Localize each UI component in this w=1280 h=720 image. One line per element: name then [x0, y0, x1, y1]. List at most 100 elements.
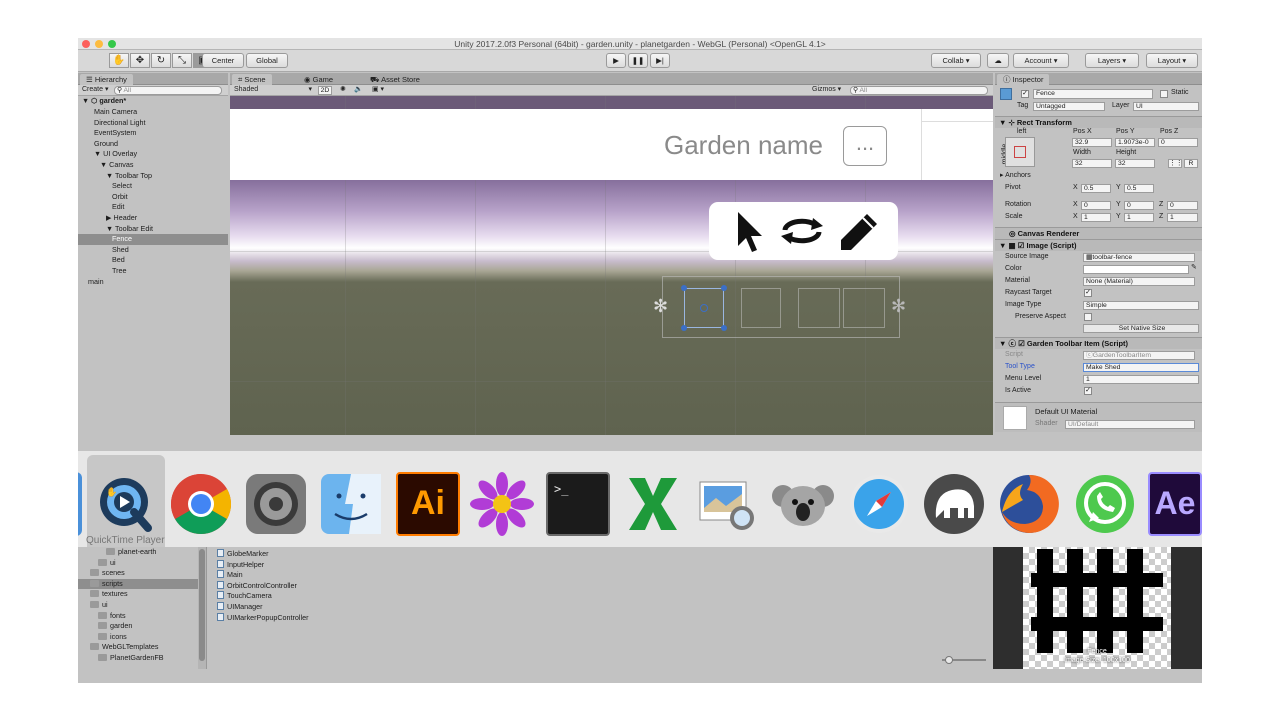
folder-item[interactable]: ui — [78, 558, 198, 569]
hierarchy-item[interactable]: Directional Light — [78, 118, 228, 129]
tab-asset-store[interactable]: ⛟ Asset Store — [364, 74, 426, 85]
script-asset-item[interactable]: Main — [217, 570, 243, 581]
scale-y-input[interactable]: 1 — [1124, 213, 1154, 222]
anchor-handle-icon[interactable]: ✻ — [653, 296, 668, 317]
layout-dropdown[interactable]: Layout ▾ — [1146, 53, 1198, 68]
quicktime-icon[interactable] — [94, 472, 158, 536]
cloud-icon[interactable]: ☁ — [987, 53, 1009, 68]
pos-x-input[interactable]: 32.9 — [1072, 138, 1112, 147]
raw-edit-button[interactable]: R — [1184, 159, 1198, 168]
scene-search-input[interactable]: ⚲ All — [850, 86, 988, 95]
after-effects-icon[interactable]: Ae — [1148, 472, 1202, 536]
hierarchy-item[interactable]: Select — [78, 181, 228, 192]
tab-game[interactable]: ◉ Game — [298, 74, 339, 85]
hierarchy-item[interactable]: Bed — [78, 255, 228, 266]
rect-handle[interactable] — [721, 285, 727, 291]
rotate-tool-icon[interactable]: ↻ — [151, 53, 171, 68]
excel-icon[interactable] — [621, 472, 685, 536]
shader-dropdown[interactable]: UI/Default — [1065, 420, 1195, 429]
toolbar-item-header[interactable]: ▼ ⓒ ☑ Garden Toolbar Item (Script) — [995, 337, 1202, 349]
pos-z-input[interactable]: 0 — [1158, 138, 1198, 147]
tab-scene[interactable]: ⌗ Scene — [232, 74, 272, 85]
expand-arrow-icon[interactable]: ▶ — [106, 213, 114, 222]
scene-root-item[interactable]: ▼ ⬡ garden* — [82, 96, 126, 107]
flower-app-icon[interactable] — [470, 472, 534, 536]
folder-item[interactable]: ui — [78, 600, 198, 611]
folder-item[interactable]: scenes — [78, 568, 198, 579]
folder-scrollbar-thumb[interactable] — [199, 549, 205, 661]
active-checkbox[interactable]: ✓ — [1021, 90, 1029, 98]
color-swatch[interactable] — [1083, 265, 1189, 274]
rect-handle[interactable] — [681, 285, 687, 291]
hierarchy-item[interactable]: Main Camera — [78, 107, 228, 118]
pause-button[interactable]: ❚❚ — [628, 53, 648, 68]
scene-viewport[interactable]: Garden name ... ✻ ✻ — [230, 96, 993, 435]
folder-item[interactable]: fonts — [78, 611, 198, 622]
hierarchy-item[interactable]: Fence — [78, 234, 228, 245]
source-image-field[interactable]: ▦toolbar-fence — [1083, 253, 1195, 262]
finder-icon[interactable] — [319, 472, 383, 536]
effects-toggle-icon[interactable]: ▣ ▾ — [372, 85, 384, 95]
partial-app-icon[interactable] — [78, 472, 82, 536]
set-native-size-button[interactable]: Set Native Size — [1083, 324, 1199, 333]
hierarchy-item[interactable]: Ground — [78, 139, 228, 150]
play-button[interactable]: ▶ — [606, 53, 626, 68]
is-active-checkbox[interactable]: ✓ — [1084, 387, 1092, 395]
orbit-icon[interactable] — [779, 212, 825, 250]
pivot-center-button[interactable]: Center — [202, 53, 244, 68]
eyedropper-icon[interactable]: ✎ — [1191, 263, 1197, 273]
object-name-input[interactable]: Fence — [1033, 89, 1153, 99]
move-tool-icon[interactable]: ✥ — [130, 53, 150, 68]
tool-type-dropdown[interactable]: Make Shed — [1083, 363, 1199, 372]
firefox-icon[interactable] — [997, 472, 1061, 536]
canvas-renderer-header[interactable]: ◎ Canvas Renderer — [995, 227, 1202, 239]
audio-toggle-icon[interactable]: 🔈 — [354, 85, 363, 95]
rect-handle[interactable] — [681, 325, 687, 331]
blueprint-mode-button[interactable]: ⋮⋮ — [1168, 159, 1182, 168]
folder-item[interactable]: PlanetGardenFB — [78, 653, 198, 664]
layers-dropdown[interactable]: Layers ▾ — [1085, 53, 1139, 68]
hierarchy-item[interactable]: ▼ Canvas — [78, 160, 228, 171]
pivot-y-input[interactable]: 0.5 — [1124, 184, 1154, 193]
rot-z-input[interactable]: 0 — [1167, 201, 1198, 210]
collapse-arrow-icon[interactable]: ▼ — [94, 149, 103, 158]
script-asset-item[interactable]: TouchCamera — [217, 591, 272, 602]
inspector-tab[interactable]: ⓘ Inspector — [997, 74, 1050, 85]
chrome-icon[interactable] — [169, 472, 233, 536]
account-dropdown[interactable]: Account ▾ — [1013, 53, 1069, 68]
image-component-header[interactable]: ▼ ▦ ☑ Image (Script) — [995, 239, 1202, 251]
tag-dropdown[interactable]: Untagged — [1033, 102, 1105, 111]
folder-item[interactable]: planet-earth — [78, 547, 198, 558]
layer-dropdown[interactable]: UI — [1133, 102, 1199, 111]
script-asset-item[interactable]: UIManager — [217, 602, 263, 613]
hierarchy-item[interactable]: Shed — [78, 245, 228, 256]
hierarchy-item[interactable]: ▼ Toolbar Top — [78, 171, 228, 182]
scale-tool-icon[interactable]: ⤡ — [172, 53, 192, 68]
pivot-x-input[interactable]: 0.5 — [1081, 184, 1111, 193]
hierarchy-tab[interactable]: ☰ Hierarchy — [80, 74, 133, 85]
hierarchy-item[interactable]: Edit — [78, 202, 228, 213]
preview-icon[interactable] — [696, 472, 760, 536]
scale-x-input[interactable]: 1 — [1081, 213, 1111, 222]
folder-item[interactable]: textures — [78, 589, 198, 600]
anchors-foldout[interactable]: ▸ Anchors — [1000, 171, 1031, 181]
shading-mode-dropdown[interactable]: Shaded ▾ — [234, 85, 312, 95]
width-input[interactable]: 32 — [1072, 159, 1112, 168]
folder-scrollbar[interactable] — [198, 547, 206, 669]
scale-z-input[interactable]: 1 — [1167, 213, 1198, 222]
illustrator-icon[interactable]: Ai — [396, 472, 460, 536]
hierarchy-item[interactable]: ▼ Toolbar Edit — [78, 224, 228, 235]
menu-level-input[interactable]: 1 — [1083, 375, 1199, 384]
rot-y-input[interactable]: 0 — [1124, 201, 1154, 210]
system-preferences-icon[interactable] — [244, 472, 308, 536]
hierarchy-item[interactable]: Tree — [78, 266, 228, 277]
garden-name-more-button[interactable]: ... — [843, 126, 887, 166]
raycast-checkbox[interactable]: ✓ — [1084, 289, 1092, 297]
create-dropdown[interactable]: Create ▾ — [82, 85, 108, 95]
safari-icon[interactable] — [847, 472, 911, 536]
rot-x-input[interactable]: 0 — [1081, 201, 1111, 210]
mamp-icon[interactable] — [922, 472, 986, 536]
preserve-aspect-checkbox[interactable] — [1084, 313, 1092, 321]
script-asset-item[interactable]: UIMarkerPopupController — [217, 612, 309, 624]
height-input[interactable]: 32 — [1115, 159, 1155, 168]
